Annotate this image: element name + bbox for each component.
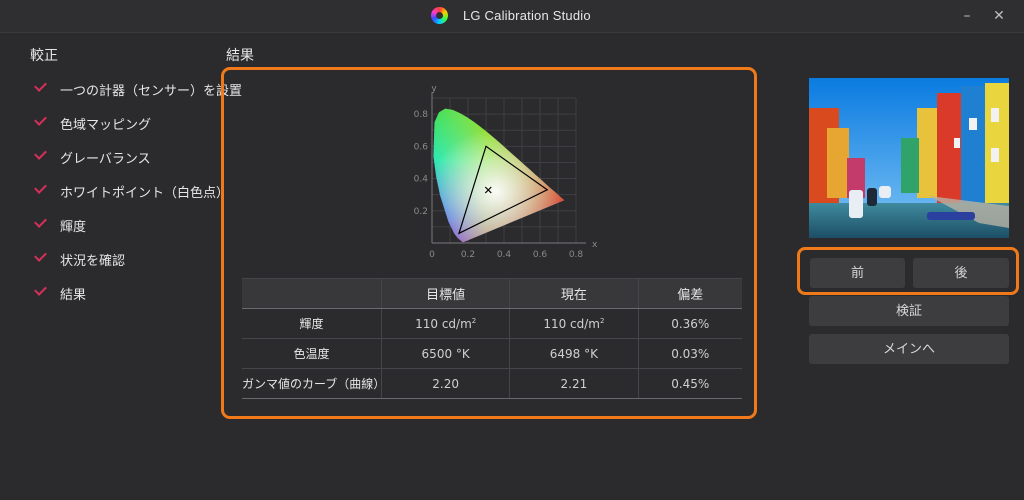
spectral-locus-fill bbox=[433, 108, 565, 243]
row-label: 輝度 bbox=[242, 308, 383, 339]
row-label: ガンマ値のカーブ（曲線） bbox=[242, 368, 385, 399]
checkmark-icon bbox=[34, 147, 47, 160]
app-logo-icon bbox=[431, 7, 448, 24]
app-title: LG Calibration Studio bbox=[463, 8, 591, 23]
table-header-cell: 偏差 bbox=[637, 278, 742, 309]
step-label: 輝度 bbox=[60, 220, 87, 235]
step-label: 一つの計器（センサー）を設置 bbox=[60, 84, 243, 99]
table-row: ガンマ値のカーブ（曲線） 2.20 2.21 0.45% bbox=[242, 368, 742, 399]
x-tick-label: 0.6 bbox=[533, 250, 548, 260]
x-axis-label: x bbox=[592, 240, 598, 250]
main-menu-button[interactable]: メインへ bbox=[809, 334, 1009, 364]
step-item: 輝度 bbox=[30, 215, 225, 238]
target-value: 110 cd/m2 bbox=[381, 308, 511, 339]
deviation-value: 0.03% bbox=[637, 338, 742, 369]
results-table: 目標値 現在 偏差 輝度 110 cd/m2 110 cd/m2 0.36% 色… bbox=[242, 278, 742, 399]
checkmark-icon bbox=[34, 215, 47, 228]
step-label: 結果 bbox=[60, 288, 87, 303]
y-tick-label: 0.4 bbox=[414, 175, 429, 185]
step-item: グレーバランス bbox=[30, 147, 225, 170]
step-label: グレーバランス bbox=[60, 152, 151, 167]
deviation-value: 0.36% bbox=[637, 308, 742, 339]
table-header-cell: 目標値 bbox=[381, 278, 511, 309]
step-label: 色域マッピング bbox=[60, 118, 152, 133]
x-tick-label: 0.4 bbox=[497, 250, 512, 260]
step-label: ホワイトポイント（白色点） bbox=[60, 186, 230, 201]
row-label: 色温度 bbox=[242, 338, 383, 369]
target-value: 2.20 bbox=[381, 368, 511, 399]
cie-chromaticity-chart: 0 0.2 0.4 0.6 0.8 0.2 0.4 0.6 0.8 x y bbox=[414, 84, 598, 260]
current-value: 2.21 bbox=[509, 368, 639, 399]
step-item: 色域マッピング bbox=[30, 113, 225, 136]
results-heading: 結果 bbox=[226, 48, 254, 64]
y-tick-label: 0.6 bbox=[414, 142, 429, 152]
table-row: 輝度 110 cd/m2 110 cd/m2 0.36% bbox=[242, 308, 742, 339]
checkmark-icon bbox=[34, 283, 47, 296]
step-item: 結果 bbox=[30, 283, 225, 306]
x-tick-label: 0.8 bbox=[569, 250, 584, 260]
table-header-cell bbox=[242, 278, 383, 309]
step-item: 一つの計器（センサー）を設置 bbox=[30, 79, 242, 102]
current-value: 6498 °K bbox=[509, 338, 639, 369]
minimize-button[interactable]: – bbox=[957, 6, 977, 26]
previous-button[interactable]: 前 bbox=[810, 258, 905, 288]
y-tick-label: 0.2 bbox=[414, 207, 428, 217]
current-value: 110 cd/m2 bbox=[509, 308, 639, 339]
y-tick-label: 0.8 bbox=[414, 110, 429, 120]
table-header-cell: 現在 bbox=[509, 278, 639, 309]
x-tick-label: 0.2 bbox=[461, 250, 475, 260]
y-axis-label: y bbox=[431, 84, 437, 94]
table-row: 色温度 6500 °K 6498 °K 0.03% bbox=[242, 338, 742, 369]
close-button[interactable]: ✕ bbox=[989, 6, 1009, 26]
checkmark-icon bbox=[34, 249, 47, 262]
step-item: 状況を確認 bbox=[30, 249, 225, 272]
sidebar-heading: 較正 bbox=[30, 48, 58, 64]
step-item: ホワイトポイント（白色点） bbox=[30, 181, 229, 204]
step-label: 状況を確認 bbox=[60, 254, 126, 269]
target-value: 6500 °K bbox=[381, 338, 511, 369]
title-bar: LG Calibration Studio – ✕ bbox=[0, 0, 1024, 33]
deviation-value: 0.45% bbox=[637, 368, 742, 399]
verify-button[interactable]: 検証 bbox=[809, 296, 1009, 326]
checkmark-icon bbox=[34, 79, 47, 92]
preview-image bbox=[809, 78, 1009, 238]
checkmark-icon bbox=[34, 113, 47, 126]
next-button[interactable]: 後 bbox=[913, 258, 1009, 288]
checkmark-icon bbox=[34, 181, 47, 194]
x-tick-label: 0 bbox=[429, 250, 435, 260]
